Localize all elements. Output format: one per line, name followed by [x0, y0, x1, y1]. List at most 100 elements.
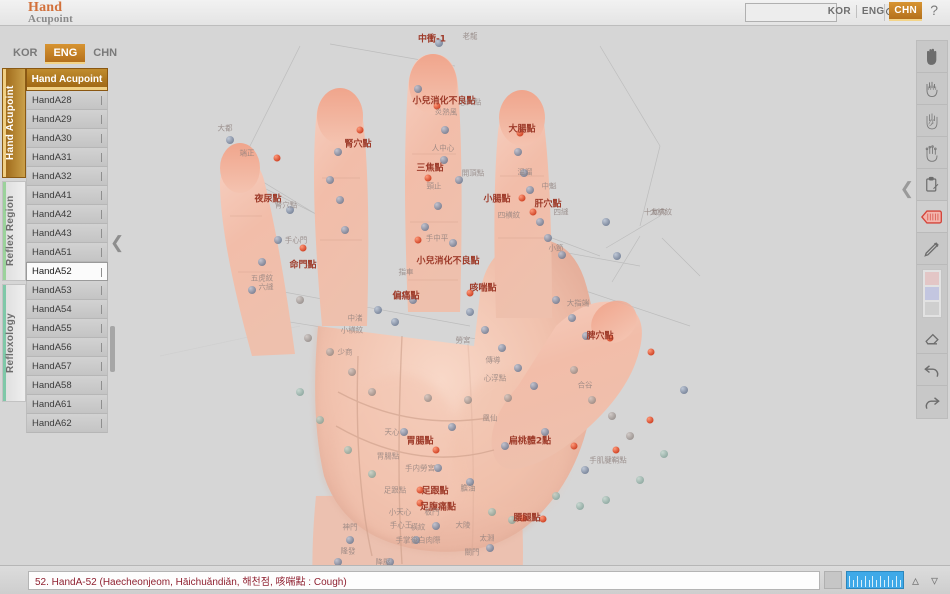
list-item[interactable]: HandA42 [26, 205, 108, 224]
list-item[interactable]: HandA54 [26, 300, 108, 319]
acupoint-marker[interactable] [568, 314, 576, 322]
acupoint-marker[interactable] [539, 515, 547, 523]
swatch-pink[interactable] [925, 272, 939, 285]
acupoint-marker[interactable] [466, 289, 474, 297]
acupoint-marker[interactable] [588, 396, 596, 404]
acupoint-marker[interactable] [296, 296, 304, 304]
acupoint-marker[interactable] [348, 368, 356, 376]
acupoint-marker[interactable] [304, 334, 312, 342]
acupoint-marker[interactable] [391, 318, 399, 326]
list-item[interactable]: HandA58 [26, 376, 108, 395]
acupoint-marker[interactable] [336, 196, 344, 204]
list-scrollbar-thumb[interactable] [110, 326, 115, 372]
swatch-blue[interactable] [925, 287, 939, 300]
sidebar-lang-chn[interactable]: CHN [85, 44, 125, 64]
tab-reflexology[interactable]: Reflexology [2, 284, 26, 402]
acupoint-marker[interactable] [608, 412, 616, 420]
tag-label-icon[interactable] [917, 201, 947, 233]
acupoint-marker[interactable] [334, 148, 342, 156]
acupoint-marker[interactable] [409, 296, 417, 304]
acupoint-marker[interactable] [504, 394, 512, 402]
acupoint-marker[interactable] [501, 442, 509, 450]
acupoint-marker[interactable] [416, 486, 424, 494]
acupoint-marker[interactable] [455, 176, 463, 184]
zoom-scale-slider[interactable] [845, 571, 904, 589]
list-item[interactable]: HandA61 [26, 395, 108, 414]
acupoint-marker[interactable] [520, 169, 528, 177]
acupoint-marker[interactable] [606, 334, 614, 342]
acupoint-marker[interactable] [530, 382, 538, 390]
list-item[interactable]: HandA56 [26, 338, 108, 357]
acupoint-marker[interactable] [660, 450, 668, 458]
acupoint-marker[interactable] [435, 39, 443, 47]
acupoint-marker[interactable] [581, 466, 589, 474]
acupoint-marker[interactable] [680, 386, 688, 394]
acupoint-marker[interactable] [286, 206, 294, 214]
acupoint-marker[interactable] [368, 388, 376, 396]
acupoint-marker[interactable] [518, 194, 526, 202]
acupoint-marker[interactable] [440, 156, 448, 164]
eraser-icon[interactable] [917, 322, 947, 354]
acupoint-marker[interactable] [434, 464, 442, 472]
acupoint-marker[interactable] [508, 516, 516, 524]
acupoint-marker[interactable] [258, 258, 266, 266]
acupoint-marker[interactable] [414, 236, 422, 244]
acupoint-marker[interactable] [488, 508, 496, 516]
acupoint-marker[interactable] [464, 396, 472, 404]
acupoint-marker[interactable] [481, 326, 489, 334]
list-item[interactable]: HandA62 [26, 414, 108, 433]
acupoint-marker[interactable] [602, 496, 610, 504]
acupoint-marker[interactable] [356, 126, 364, 134]
acupoint-marker[interactable] [432, 522, 440, 530]
hand-skin-icon[interactable] [917, 41, 947, 73]
acupoint-marker[interactable] [424, 394, 432, 402]
acupoint-marker[interactable] [519, 514, 527, 522]
lang-kor-button[interactable]: KOR [823, 3, 856, 20]
acupoint-marker[interactable] [582, 332, 590, 340]
acupoint-marker[interactable] [412, 536, 420, 544]
acupoint-marker[interactable] [400, 428, 408, 436]
swatch-gray[interactable] [925, 302, 939, 315]
acupoint-marker[interactable] [433, 102, 441, 110]
help-button[interactable]: ? [926, 2, 942, 18]
prev-point-chevron-up-icon[interactable]: ▵ [908, 572, 923, 589]
acupoint-marker[interactable] [374, 306, 382, 314]
acupoint-marker[interactable] [602, 218, 610, 226]
acupoint-marker[interactable] [552, 296, 560, 304]
acupoint-marker[interactable] [626, 432, 634, 440]
acupoint-marker[interactable] [544, 234, 552, 242]
acupoint-marker[interactable] [486, 544, 494, 552]
acupoint-marker[interactable] [326, 176, 334, 184]
acupoint-marker[interactable] [441, 126, 449, 134]
list-item[interactable]: HandA31 [26, 148, 108, 167]
sidebar-lang-eng[interactable]: ENG [45, 44, 86, 64]
hand-bone-icon[interactable] [917, 137, 947, 169]
list-item[interactable]: HandA28 [26, 91, 108, 110]
acupoint-marker[interactable] [646, 416, 654, 424]
acupoint-marker[interactable] [570, 442, 578, 450]
tab-reflex-region[interactable]: Reflex Region [2, 181, 26, 281]
acupoint-marker[interactable] [552, 492, 560, 500]
list-item[interactable]: HandA29 [26, 110, 108, 129]
acupoint-marker[interactable] [432, 446, 440, 454]
acupoint-marker[interactable] [299, 244, 307, 252]
acupoint-marker[interactable] [368, 470, 376, 478]
toolbar-collapse-chevron-left-icon[interactable]: ❮ [900, 180, 914, 197]
list-item[interactable]: HandA41 [26, 186, 108, 205]
acupoint-marker[interactable] [296, 388, 304, 396]
acupoint-marker[interactable] [273, 154, 281, 162]
acupoint-marker[interactable] [526, 186, 534, 194]
acupoint-marker[interactable] [576, 502, 584, 510]
list-item[interactable]: HandA57 [26, 357, 108, 376]
list-item[interactable]: HandA55 [26, 319, 108, 338]
list-item[interactable]: HandA30 [26, 129, 108, 148]
hand-muscle-icon[interactable] [917, 73, 947, 105]
acupoint-marker[interactable] [326, 348, 334, 356]
acupoint-marker[interactable] [346, 536, 354, 544]
acupoint-marker[interactable] [448, 423, 456, 431]
acupoint-list-header[interactable]: Hand Acupoint [26, 68, 108, 91]
acupoint-marker[interactable] [613, 252, 621, 260]
tab-hand-acupoint[interactable]: Hand Acupoint [2, 68, 26, 178]
acupoint-marker[interactable] [498, 344, 506, 352]
acupoint-overlay[interactable]: 中衝-1 小兒消化不良點 大腸點 腎穴點 三焦點 夜尿點 肝穴點 小腸點 命門點 小兒消化不良點咳… [0, 26, 950, 565]
